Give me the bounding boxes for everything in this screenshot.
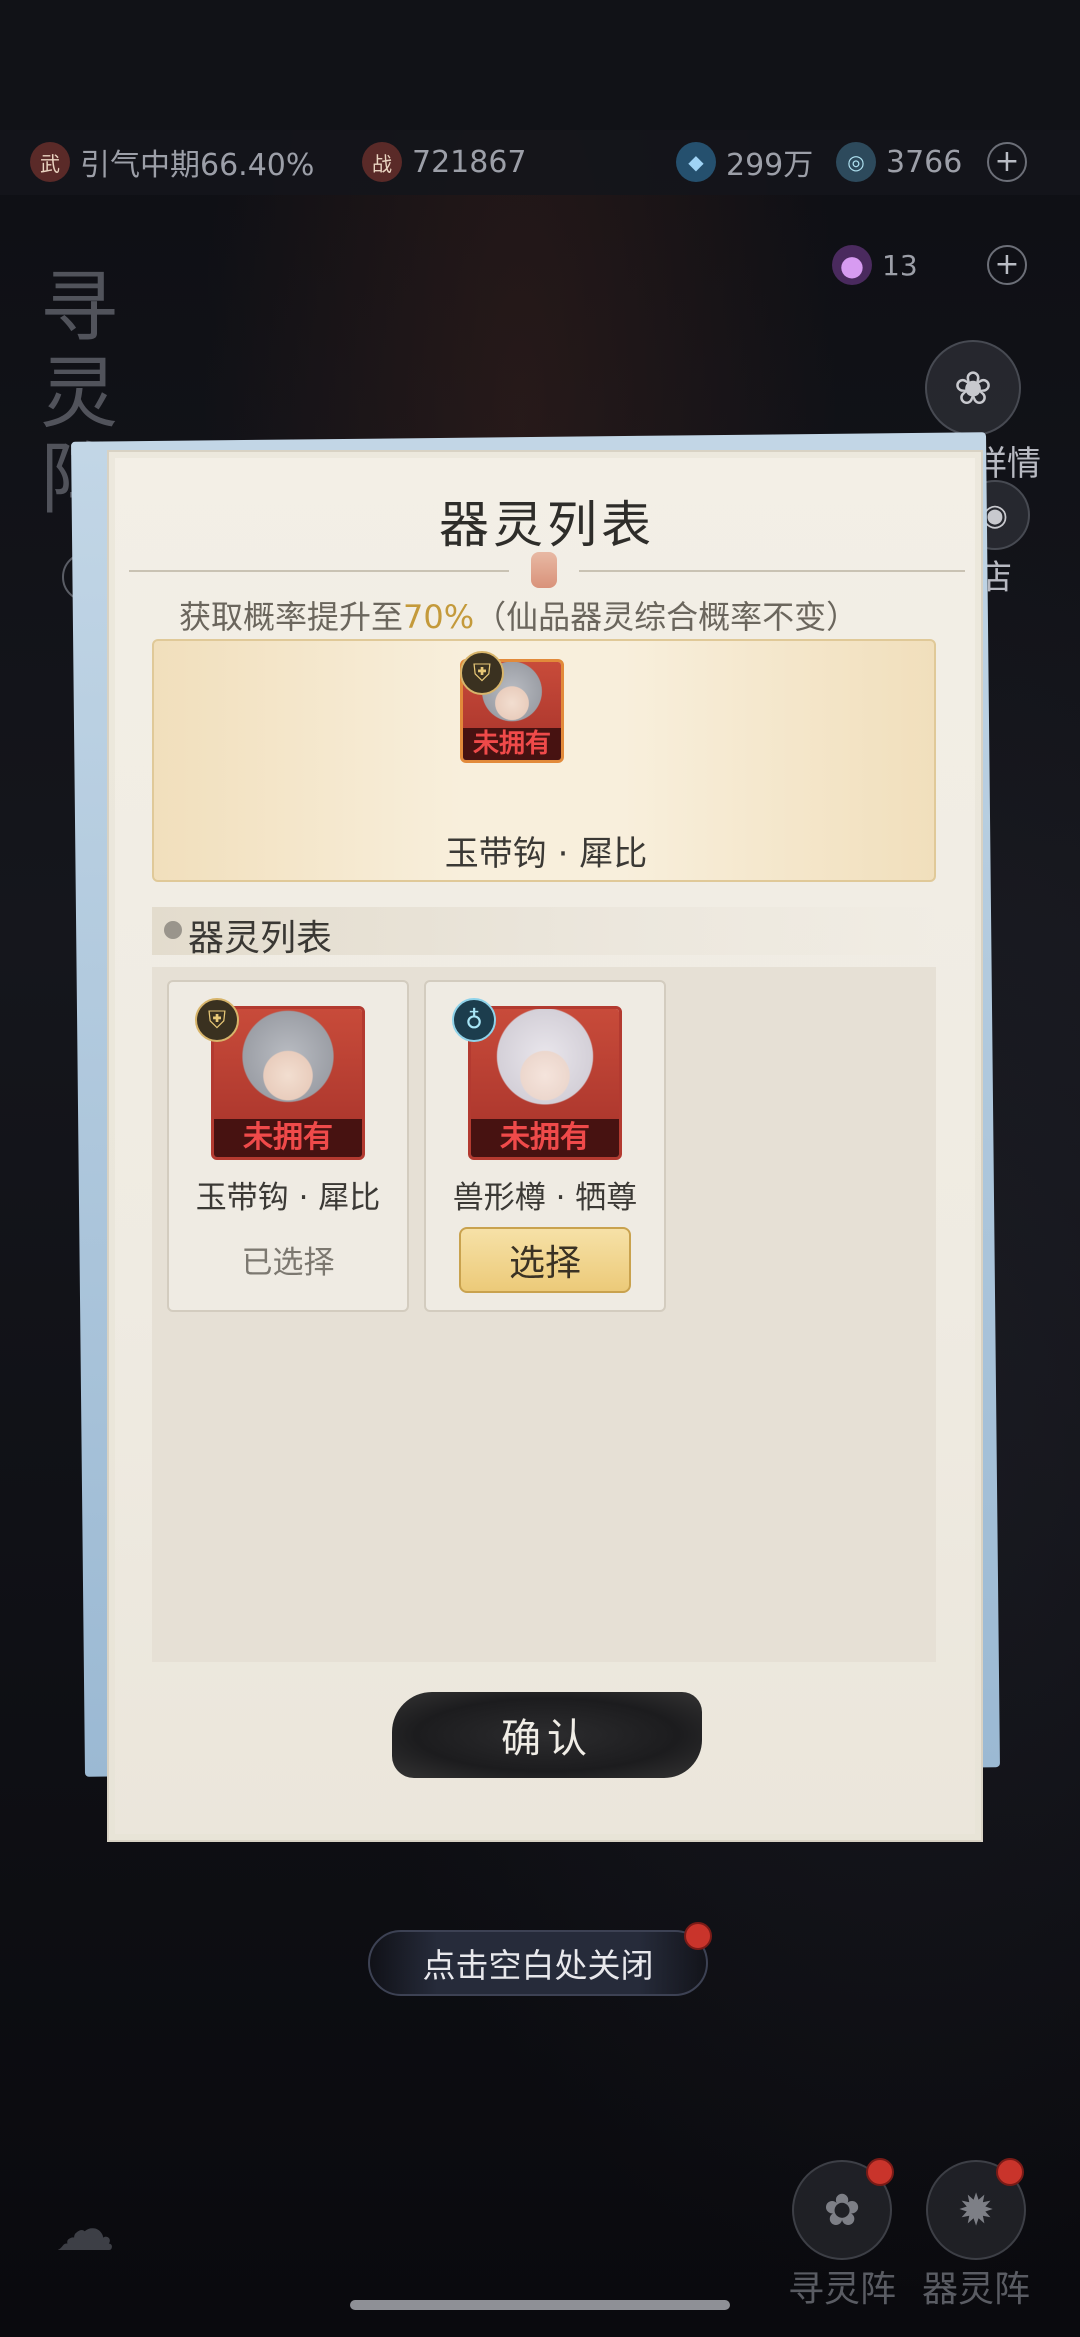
not-owned-tag: 未拥有: [214, 1119, 362, 1157]
realm-resource: 武 引气中期66.40%: [30, 140, 314, 184]
nav-spirit-array-label: 器灵阵: [922, 2269, 1031, 2310]
probability-text: 获取概率提升至70%（仙品器灵综合概率不变）: [179, 592, 858, 638]
spirit-name: 兽形樽 · 牺尊: [452, 1180, 638, 1216]
jade-icon: ◎: [836, 142, 876, 182]
add-gem-button[interactable]: +: [987, 245, 1027, 285]
nav-seek-array-label: 寻灵阵: [788, 2269, 897, 2310]
notification-dot: [866, 2158, 894, 2186]
spirit-card[interactable]: ⛨ 未拥有 玉带钩 · 犀比 已选择: [167, 980, 409, 1312]
section-bullet-icon: [164, 921, 182, 939]
title-ornament-icon: [531, 552, 557, 588]
spirit-stone-icon: ◆: [676, 142, 716, 182]
jade-value: 3766: [886, 144, 963, 180]
select-button[interactable]: 选择: [459, 1227, 631, 1293]
close-hint-button[interactable]: 点击空白处关闭: [368, 1930, 708, 1996]
spirit-stone-value: 299万: [726, 148, 814, 183]
spirit-list-dialog: 器灵列表 获取概率提升至70%（仙品器灵综合概率不变） ⛨ 未拥有 玉带钩 · …: [107, 450, 983, 1842]
notification-dot: [684, 1922, 712, 1950]
section-title: 器灵列表: [188, 918, 333, 959]
probability-suffix: （仙品器灵综合概率不变）: [474, 598, 859, 636]
featured-spirit-panel: ⛨ 未拥有 玉带钩 · 犀比: [152, 639, 936, 882]
shield-class-icon: ⛨: [460, 651, 504, 695]
cloud-menu-icon[interactable]: ☁: [55, 2195, 175, 2265]
not-owned-tag: 未拥有: [471, 1119, 619, 1157]
purple-gem-icon: ●: [832, 245, 872, 285]
title-divider-right: [579, 570, 965, 572]
confirm-button[interactable]: 确认: [392, 1692, 702, 1778]
spirit-card[interactable]: ♁ 未拥有 兽形樽 · 牺尊 选择: [424, 980, 666, 1312]
realm-progress: 引气中期66.40%: [80, 148, 315, 183]
power-resource: 战 721867: [362, 140, 527, 184]
probability-value: 70%: [403, 598, 475, 636]
probability-prefix: 获取概率提升至: [179, 598, 404, 636]
status-area: [0, 0, 1080, 130]
add-jade-button[interactable]: +: [987, 142, 1027, 182]
stones-resource: ◆ 299万: [676, 140, 813, 184]
section-header: 器灵列表: [152, 907, 936, 959]
home-indicator[interactable]: [350, 2300, 730, 2310]
gem-count: 13: [882, 248, 918, 282]
title-divider-left: [129, 570, 509, 572]
spirit-name: 玉带钩 · 犀比: [195, 1180, 381, 1216]
realm-icon: 武: [30, 142, 70, 182]
flask-class-icon: ♁: [452, 998, 496, 1042]
notification-dot: [996, 2158, 1024, 2186]
combat-power-icon: 战: [362, 142, 402, 182]
selected-status: 已选择: [241, 1245, 335, 1281]
dialog-title: 器灵列表: [439, 496, 655, 554]
combat-power-value: 721867: [412, 144, 527, 180]
featured-spirit-name: 玉带钩 · 犀比: [444, 834, 648, 874]
shield-class-icon: ⛨: [195, 998, 239, 1042]
not-owned-tag: 未拥有: [463, 728, 561, 760]
gift-icon: ❀: [925, 340, 1021, 436]
jade-resource: ◎ 3766: [836, 140, 962, 184]
